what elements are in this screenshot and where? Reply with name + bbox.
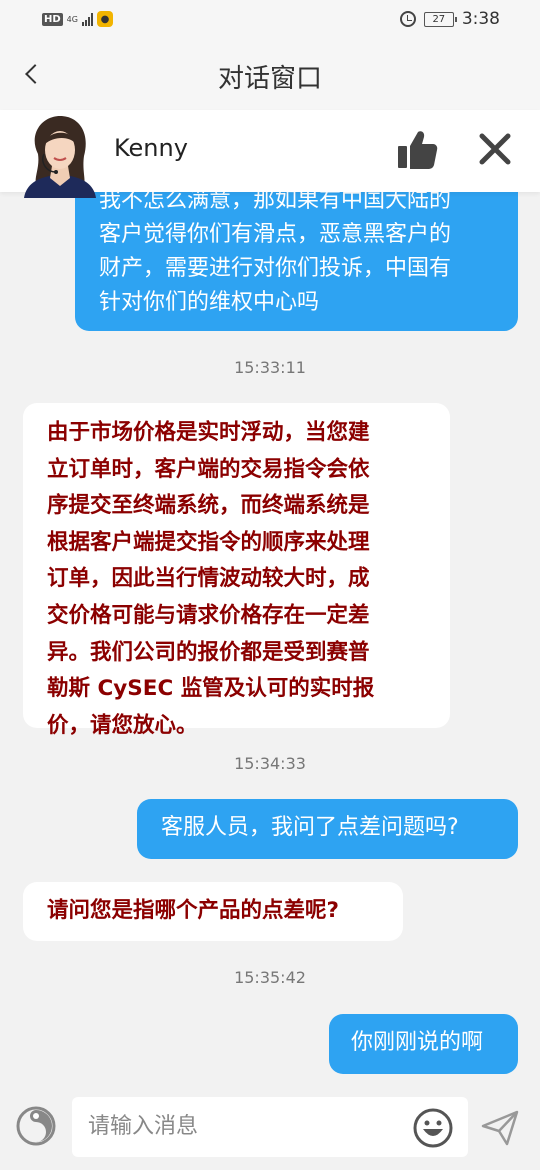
alarm-icon (399, 11, 416, 27)
send-icon (481, 1110, 519, 1146)
agent-message-bubble: 由于市场价格是实时浮动，当您建 立订单时，客户端的交易指令会依 序提交至终端系统… (23, 403, 450, 738)
close-icon (479, 133, 511, 165)
chat-area: 我不怎么满意，那如果有中国大陆的 客户觉得你们有滑点，恶意黑客户的 财产，需要进… (0, 192, 540, 1087)
user-message-bubble: 客服人员，我问了点差问题吗? (137, 799, 518, 859)
thumbs-up-button[interactable] (396, 128, 438, 172)
message-line: 由于市场价格是实时浮动，当您建 (47, 420, 370, 445)
message-line: 异。我们公司的报价都是受到赛普 (47, 639, 370, 665)
agent-name: Kenny (114, 134, 188, 162)
status-left: HD 4G ● (42, 11, 113, 27)
voice-icon (16, 1106, 56, 1146)
message-line: 客户觉得你们有滑点，恶意黑客户的 (99, 222, 452, 247)
clock: 3:38 (461, 9, 500, 29)
signal-icon (81, 12, 93, 26)
hd-badge: HD (42, 12, 63, 26)
status-right: 27 3:38 (399, 9, 500, 29)
message-line: 立订单时，客户端的交易指令会依 (47, 456, 370, 482)
battery-level: 27 (432, 13, 446, 25)
message-timestamp: 15:34:33 (234, 754, 306, 773)
battery-icon: 27 (423, 11, 457, 27)
message-line: 勒斯 CySEC 监管及认可的实时报 (47, 676, 375, 702)
user-message-bubble: 你刚刚说的啊 (329, 1014, 518, 1074)
notification-app-icon: ● (96, 11, 113, 27)
message-input[interactable]: 请输入消息 (72, 1097, 468, 1157)
input-bar: 请输入消息 (0, 1087, 540, 1170)
message-line: 你刚刚说的啊 (351, 1030, 484, 1055)
message-line: 针对你们的维权中心吗 (99, 290, 320, 315)
voice-button[interactable] (15, 1105, 57, 1147)
agent-avatar (24, 114, 96, 198)
message-line: 我不怎么满意，那如果有中国大陆的 (99, 192, 452, 213)
message-line: 序提交至终端系统，而终端系统是 (47, 493, 370, 519)
page-title: 对话窗口 (217, 64, 322, 94)
emoji-icon (413, 1108, 453, 1148)
message-line: 财产，需要进行对你们投诉，中国有 (99, 256, 452, 281)
message-line: 价，请您放心。 (47, 712, 198, 738)
agent-message-bubble: 请问您是指哪个产品的点差呢? (23, 882, 403, 941)
title-bar: 对话窗口 (0, 40, 540, 110)
message-line: 订单，因此当行情波动较大时，成 (47, 566, 370, 592)
send-button[interactable] (480, 1109, 520, 1147)
message-line: 客服人员，我问了点差问题吗? (161, 815, 459, 840)
thumbs-up-icon (398, 131, 438, 169)
message-line: 根据客户端提交指令的顺序来处理 (47, 529, 370, 555)
message-timestamp: 15:33:11 (234, 358, 306, 377)
close-button[interactable] (476, 130, 514, 168)
message-line: 请问您是指哪个产品的点差呢? (47, 898, 339, 923)
emoji-button[interactable] (412, 1107, 454, 1149)
network-type: 4G (66, 14, 78, 24)
message-line: 交价格可能与请求价格存在一定差 (47, 602, 370, 628)
message-timestamp: 15:35:42 (234, 968, 306, 987)
status-bar: HD 4G ● 27 3:38 (0, 0, 540, 40)
agent-bar: Kenny (0, 110, 540, 198)
user-message-bubble: 我不怎么满意，那如果有中国大陆的 客户觉得你们有滑点，恶意黑客户的 财产，需要进… (75, 192, 518, 331)
